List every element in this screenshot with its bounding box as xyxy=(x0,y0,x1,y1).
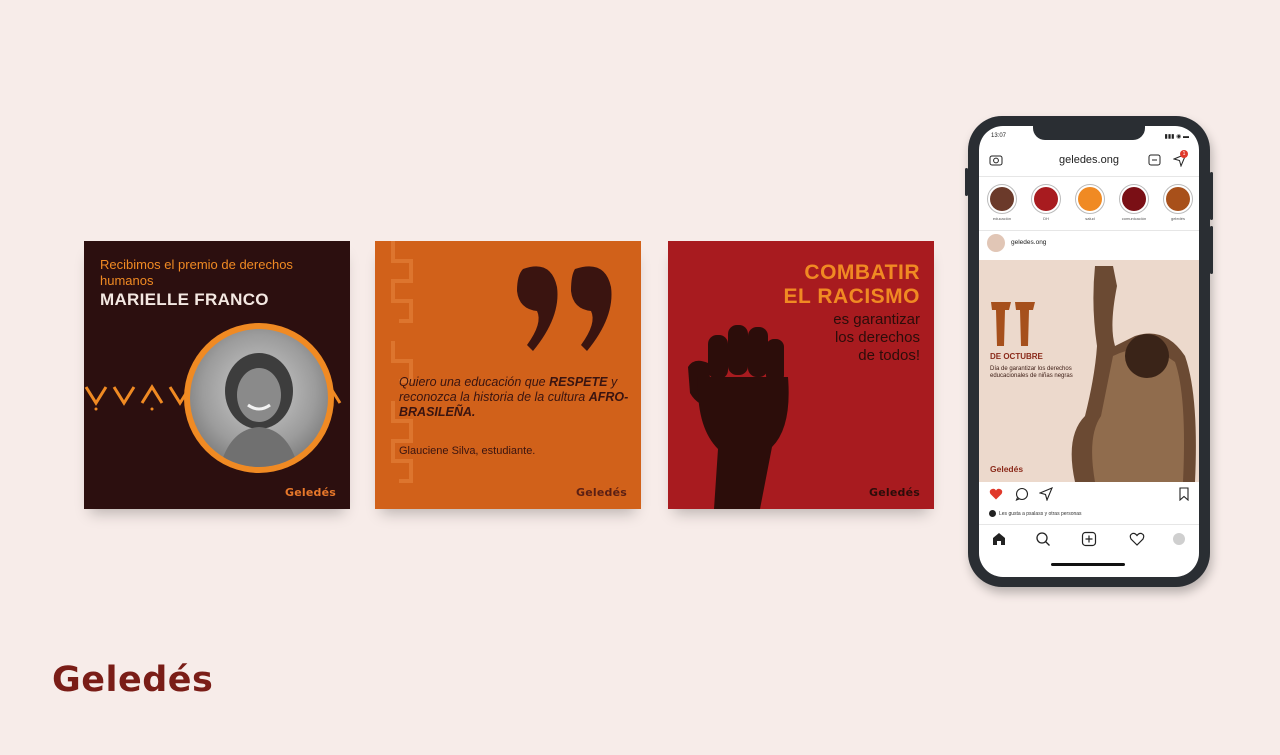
divider xyxy=(979,524,1199,525)
phone-side-button xyxy=(1210,172,1213,220)
story-label: DH xyxy=(1043,216,1049,221)
racism-post-card: COMBATIR EL RACISMO es garantizar los de… xyxy=(668,241,934,509)
story-avatar xyxy=(1034,187,1058,211)
post-actions xyxy=(979,486,1199,504)
avatar[interactable] xyxy=(987,234,1005,252)
award-intro-text: Recibimos el premio de derechos humanos xyxy=(100,257,293,288)
story-item[interactable]: educación xyxy=(985,184,1019,221)
status-icons: ▮▮▮ ◉ ▬ xyxy=(1164,134,1189,140)
award-honoree-name: MARIELLE FRANCO xyxy=(100,290,269,309)
phone-side-button xyxy=(965,168,968,196)
raised-fist-icon xyxy=(688,325,789,509)
phone-notch xyxy=(1033,126,1145,140)
status-time: 13:07 xyxy=(991,133,1007,139)
racism-subtext: es garantizar los derechos de todos! xyxy=(833,311,920,364)
phone-mockup: 13:07 ▮▮▮ ◉ ▬ geledes.ong 1 educación DH… xyxy=(965,116,1213,587)
post-month: DE OCTUBRE xyxy=(990,352,1043,361)
card-logo: Geledés xyxy=(868,486,920,499)
post-image[interactable]: DE OCTUBRE Día de garantizar los derecho… xyxy=(979,260,1199,482)
share-icon[interactable] xyxy=(1039,487,1053,501)
profile-icon[interactable] xyxy=(1171,531,1187,547)
igtv-icon[interactable] xyxy=(1148,153,1161,166)
story-label: educación xyxy=(992,216,1012,221)
quote-author: Glauciene Silva, estudiante. xyxy=(399,445,536,457)
bottom-navigation xyxy=(979,528,1199,550)
story-avatar xyxy=(990,187,1014,211)
girl-illustration xyxy=(1071,266,1196,482)
story-avatar xyxy=(1122,187,1146,211)
comment-icon[interactable] xyxy=(1015,487,1029,501)
home-icon[interactable] xyxy=(991,531,1007,547)
post-logo: Geledés xyxy=(990,464,1024,474)
app-title: geledes.ong xyxy=(1059,154,1119,166)
activity-heart-icon[interactable] xyxy=(1129,531,1145,547)
story-item[interactable]: DH xyxy=(1029,184,1063,221)
stories-row: educación DH salud comunicación geledés xyxy=(985,184,1195,226)
home-indicator xyxy=(1051,563,1125,566)
phone-screen: 13:07 ▮▮▮ ◉ ▬ geledes.ong 1 educación DH… xyxy=(979,126,1199,577)
quote-text: Quiero una educación que RESPETE y recon… xyxy=(399,375,629,419)
story-label: salud xyxy=(1085,216,1095,221)
card-logo: Geledés xyxy=(575,486,627,499)
quote-post-card: Quiero una educación que RESPETE y recon… xyxy=(375,241,641,509)
story-label: comunicación xyxy=(1121,216,1147,221)
notification-badge: 1 xyxy=(1180,150,1188,158)
add-post-icon[interactable] xyxy=(1081,531,1097,547)
story-avatar xyxy=(1078,187,1102,211)
bookmark-icon[interactable] xyxy=(1177,487,1191,501)
portrait-photo xyxy=(190,329,328,467)
card-logo: Geledés xyxy=(284,486,336,499)
post-day-number xyxy=(991,302,1035,346)
story-item[interactable]: geledés xyxy=(1161,184,1195,221)
heart-icon[interactable] xyxy=(989,487,1003,501)
phone-side-button xyxy=(1210,226,1213,274)
story-item[interactable]: salud xyxy=(1073,184,1107,221)
likes-text[interactable]: Les gusta a psalass y otras personas xyxy=(989,510,1082,517)
post-username[interactable]: geledes.ong xyxy=(1011,239,1046,246)
search-icon[interactable] xyxy=(1035,531,1051,547)
liker-avatar xyxy=(989,510,996,517)
story-item[interactable]: comunicación xyxy=(1117,184,1151,221)
portrait-frame xyxy=(184,323,334,473)
quote-mark-icon xyxy=(517,266,612,351)
divider xyxy=(979,230,1199,231)
brand-logo: Geledés xyxy=(52,660,214,700)
story-avatar xyxy=(1166,187,1190,211)
racism-headline: COMBATIR EL RACISMO xyxy=(783,261,920,308)
award-post-card: Recibimos el premio de derechos humanos … xyxy=(84,241,350,509)
post-description: Día de garantizar los derechos educacion… xyxy=(990,366,1073,379)
instagram-header: geledes.ong 1 xyxy=(979,150,1199,172)
divider xyxy=(979,176,1199,177)
story-label: geledés xyxy=(1170,216,1185,221)
